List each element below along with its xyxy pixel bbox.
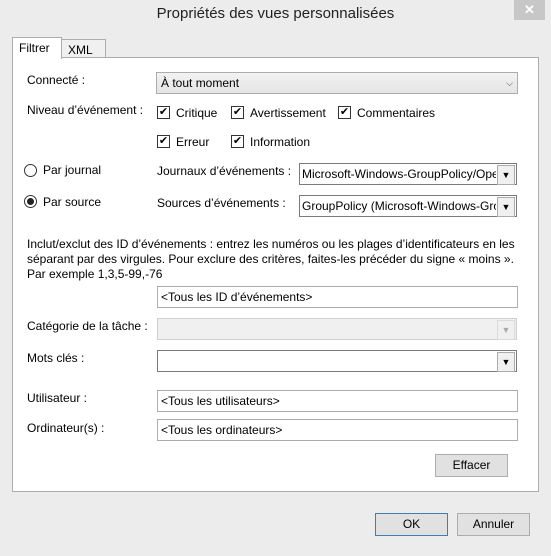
event-id-input[interactable]: <Tous les ID d’événements>: [157, 286, 518, 308]
ordinateur-input[interactable]: <Tous les ordinateurs>: [157, 419, 518, 441]
mots-cles-combo[interactable]: ▼: [157, 350, 517, 372]
check-icon: ✔: [232, 135, 243, 147]
connecte-value: À tout moment: [161, 76, 240, 90]
chevron-down-icon: ⌵: [506, 78, 513, 88]
niveau-label: Niveau d’événement :: [27, 103, 144, 117]
checkbox-critique[interactable]: ✔: [157, 106, 170, 119]
checkbox-commentaires[interactable]: ✔: [338, 106, 351, 119]
radio-par-journal[interactable]: [24, 164, 37, 177]
dropdown-arrow-icon[interactable]: ▼: [497, 352, 515, 372]
utilisateur-input[interactable]: <Tous les utilisateurs>: [157, 390, 518, 412]
checkbox-commentaires-label: Commentaires: [357, 106, 436, 120]
window-title: Propriétés des vues personnalisées: [156, 5, 395, 22]
annuler-button[interactable]: Annuler: [457, 513, 530, 536]
checkbox-information-label: Information: [250, 135, 311, 149]
journaux-label: Journaux d’événements :: [157, 164, 292, 178]
effacer-button[interactable]: Effacer: [435, 454, 508, 477]
radio-par-source-label: Par source: [43, 195, 102, 209]
check-icon: ✔: [339, 106, 350, 118]
sources-label: Sources d’événements :: [157, 196, 286, 210]
checkbox-avertissement[interactable]: ✔: [231, 106, 244, 119]
tab-filtrer[interactable]: Filtrer: [12, 37, 62, 59]
check-icon: ✔: [158, 106, 169, 118]
ok-button[interactable]: OK: [375, 513, 448, 536]
check-icon: ✔: [232, 106, 243, 118]
sources-value: GroupPolicy (Microsoft-Windows-GroupPoli…: [302, 199, 496, 213]
close-button[interactable]: ✕: [514, 0, 545, 20]
checkbox-information[interactable]: ✔: [231, 135, 244, 148]
categorie-label: Catégorie de la tâche :: [27, 319, 148, 333]
journaux-combo[interactable]: Microsoft-Windows-GroupPolicy/Operationa…: [299, 163, 517, 185]
checkbox-avertissement-label: Avertissement: [250, 106, 326, 120]
tab-xml[interactable]: XML: [61, 39, 106, 59]
mots-cles-label: Mots clés :: [27, 351, 85, 365]
connecte-select[interactable]: À tout moment ⌵: [156, 72, 518, 94]
categorie-combo: ▼: [157, 318, 517, 340]
dropdown-arrow-icon[interactable]: ▼: [497, 165, 515, 185]
ordinateur-label: Ordinateur(s) :: [27, 421, 105, 435]
sources-combo[interactable]: GroupPolicy (Microsoft-Windows-GroupPoli…: [299, 195, 517, 217]
radio-par-source[interactable]: [24, 195, 37, 208]
dropdown-arrow-icon: ▼: [497, 320, 515, 340]
checkbox-critique-label: Critique: [176, 106, 218, 120]
journaux-value: Microsoft-Windows-GroupPolicy/Operationa…: [302, 167, 496, 181]
checkbox-erreur[interactable]: ✔: [157, 135, 170, 148]
checkbox-erreur-label: Erreur: [176, 135, 210, 149]
check-icon: ✔: [158, 135, 169, 147]
id-description: Inclut/exclut des ID d’événements : entr…: [27, 237, 515, 281]
connecte-label: Connecté :: [27, 73, 86, 87]
title-bar: Propriétés des vues personnalisées ✕: [0, 0, 551, 30]
close-icon[interactable]: ✕: [524, 2, 535, 17]
dropdown-arrow-icon[interactable]: ▼: [497, 197, 515, 217]
utilisateur-label: Utilisateur :: [27, 391, 88, 405]
radio-par-journal-label: Par journal: [43, 163, 102, 177]
radio-selected-dot: [27, 198, 34, 205]
